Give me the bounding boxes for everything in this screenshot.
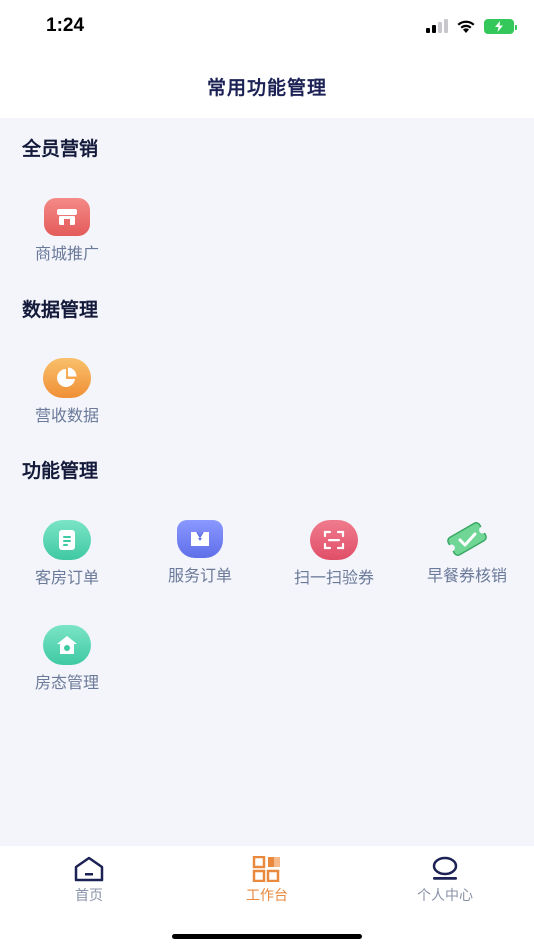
func-label: 房态管理 — [34, 673, 99, 692]
section-title-functions: 功能管理 — [22, 460, 99, 482]
store-icon — [44, 198, 90, 236]
func-label: 服务订单 — [167, 566, 232, 585]
signal-icon — [426, 19, 448, 33]
home-indicator — [172, 934, 362, 939]
func-item-mall-promotion[interactable]: 商城推广 — [0, 198, 134, 278]
grid-icon — [252, 856, 280, 882]
tab-label: 个人中心 — [417, 888, 473, 904]
status-bar: 1:24 — [0, 0, 534, 54]
func-label: 商城推广 — [34, 244, 99, 263]
func-item-room-orders[interactable]: 客房订单 — [0, 520, 134, 600]
func-item-revenue-data[interactable]: 营收数据 — [0, 358, 134, 438]
battery-icon — [484, 18, 517, 34]
status-time: 1:24 — [46, 15, 85, 36]
func-label: 营收数据 — [34, 406, 99, 425]
wifi-icon — [457, 20, 475, 33]
tab-home[interactable]: 首页 — [29, 856, 149, 916]
section-title-marketing: 全员营销 — [22, 138, 99, 160]
func-item-scan-coupon[interactable]: 扫一扫验券 — [267, 520, 401, 600]
function-list: 全员营销 商城推广 数据管理 营收数据 功能管理 客房订单 服务订单 扫一扫验券… — [0, 118, 534, 846]
profile-icon — [432, 856, 458, 880]
scan-icon — [310, 520, 358, 560]
nav-bar: 常用功能管理 — [0, 54, 534, 118]
tab-label: 工作台 — [246, 888, 288, 904]
ticket-check-icon — [444, 520, 490, 558]
section-title-data: 数据管理 — [22, 299, 99, 321]
pie-chart-icon — [43, 358, 91, 398]
func-label: 客房订单 — [34, 568, 99, 587]
func-item-service-orders[interactable]: 服务订单 — [133, 520, 267, 600]
func-item-breakfast-coupon[interactable]: 早餐券核销 — [400, 520, 534, 600]
page-title: 常用功能管理 — [206, 76, 327, 99]
home-icon — [74, 856, 104, 882]
func-item-room-status[interactable]: 房态管理 — [0, 625, 134, 705]
service-bag-icon — [177, 520, 223, 558]
func-label: 扫一扫验券 — [293, 568, 374, 587]
house-icon — [43, 625, 91, 665]
func-label: 早餐券核销 — [426, 566, 507, 585]
document-icon — [43, 520, 91, 560]
status-icons — [426, 17, 517, 35]
tab-label: 首页 — [75, 888, 103, 904]
tab-workbench[interactable]: 工作台 — [207, 856, 327, 916]
tab-profile[interactable]: 个人中心 — [385, 856, 505, 916]
